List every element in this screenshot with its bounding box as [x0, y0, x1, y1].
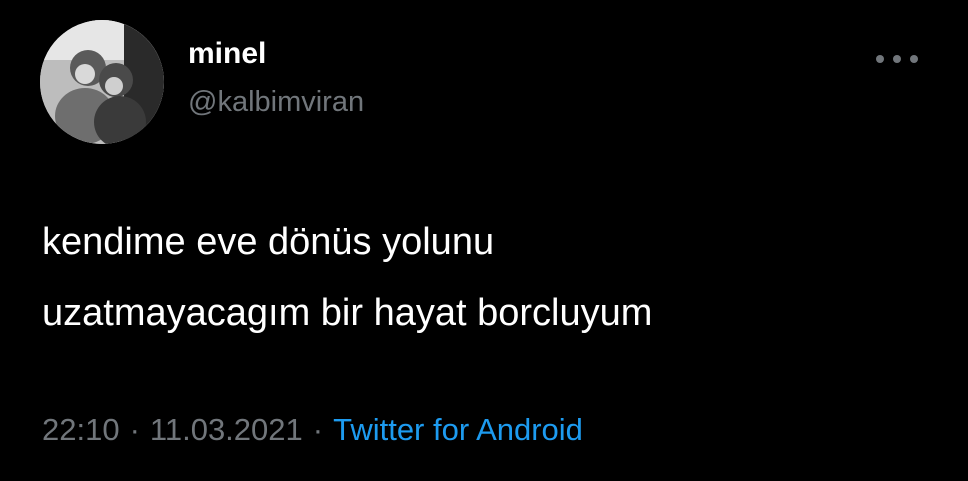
- tweet-time[interactable]: 22:10: [42, 412, 120, 447]
- tweet-date[interactable]: 11.03.2021: [150, 412, 303, 447]
- tweet-text: kendime eve dönüs yolunu uzatmayacagım b…: [42, 221, 653, 334]
- meta-separator: ·: [129, 412, 140, 447]
- more-dots-icon: [876, 55, 918, 63]
- meta-separator: ·: [312, 412, 324, 447]
- display-name[interactable]: minel: [188, 36, 266, 72]
- tweet-source-link[interactable]: Twitter for Android: [333, 412, 583, 447]
- user-handle[interactable]: @kalbimviran: [188, 84, 364, 120]
- tweet-card: minel @kalbimviran kendime eve dönüs yol…: [0, 0, 968, 481]
- more-options-button[interactable]: [872, 44, 922, 74]
- tweet-meta: 22:10 · 11.03.2021 · Twitter for Android: [42, 410, 583, 450]
- profile-photo-icon: [40, 20, 164, 144]
- avatar[interactable]: [40, 20, 164, 144]
